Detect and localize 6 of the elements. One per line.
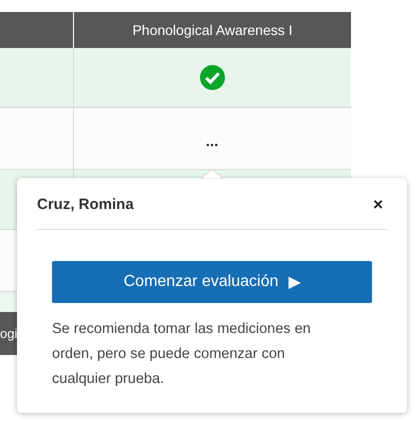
- student-name: Cruz, Romina: [37, 196, 134, 213]
- close-button[interactable]: ×: [369, 194, 387, 214]
- start-assessment-button[interactable]: Comenzar evaluación ▶: [52, 261, 372, 303]
- more-options-button[interactable]: •••: [204, 140, 221, 150]
- column-header: Phonological Awareness I: [73, 12, 351, 48]
- check-circle-icon: [200, 65, 225, 90]
